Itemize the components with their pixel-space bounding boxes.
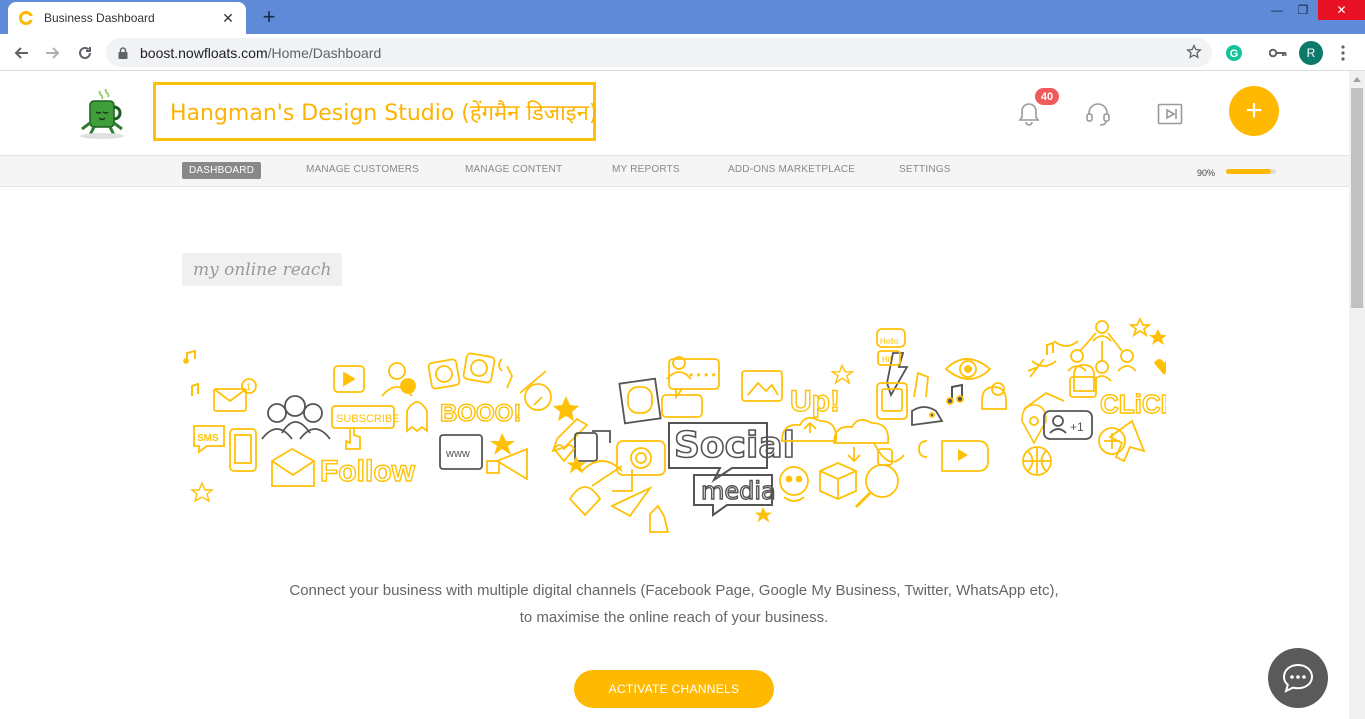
video-tutorial-icon[interactable] (1155, 99, 1185, 129)
illus-text-social: Social (674, 425, 795, 466)
illus-text-sms: SMS (197, 433, 219, 444)
social-media-illustration: 1 SMS Follow SUBSCRIBE BOOO! www • • • •… (182, 311, 1180, 536)
illus-text-follow: Follow (320, 455, 416, 488)
nav-manage-customers[interactable]: MANAGE CUSTOMERS (306, 164, 419, 175)
scrollbar-thumb[interactable] (1351, 88, 1363, 308)
illus-text-media: media (701, 477, 776, 505)
svg-text:1: 1 (246, 382, 251, 392)
illus-text-booo: BOOO! (440, 400, 521, 427)
svg-text:G: G (1230, 48, 1239, 60)
nav-settings[interactable]: SETTINGS (899, 164, 951, 175)
illus-text-plus-one: +1 (1070, 420, 1084, 434)
business-logo[interactable] (68, 83, 140, 143)
lock-icon (118, 46, 128, 59)
app-header: Hangman's Design Studio (हेंगमैन डिजाइन)… (0, 71, 1349, 155)
back-arrow-icon[interactable] (9, 41, 33, 65)
business-name-title: Hangman's Design Studio (हेंगमैन डिजाइन) (153, 82, 597, 141)
nav-my-reports[interactable]: MY REPORTS (612, 164, 680, 175)
address-bar[interactable]: boost.nowfloats.com /Home/Dashboard (106, 38, 1212, 67)
nav-manage-content[interactable]: MANAGE CONTENT (465, 164, 562, 175)
section-label: my online reach (182, 253, 343, 286)
grammarly-icon[interactable]: G (1222, 41, 1246, 65)
activate-channels-button[interactable]: ACTIVATE CHANNELS (574, 670, 774, 708)
window-close-icon[interactable]: ✕ (1318, 0, 1365, 20)
forward-arrow-icon[interactable] (41, 41, 65, 65)
browser-menu-icon[interactable] (1331, 41, 1355, 65)
notification-count-badge: 40 (1035, 88, 1059, 105)
illus-text-hi: Hi! (882, 355, 892, 364)
nav-dashboard[interactable]: DASHBOARD (182, 162, 262, 179)
new-tab-button[interactable]: + (258, 6, 280, 28)
url-host: boost.nowfloats.com (140, 44, 268, 61)
nowfloats-favicon-icon (18, 10, 34, 26)
profile-completion-bar[interactable] (1226, 169, 1276, 174)
page-scrollbar[interactable] (1349, 71, 1365, 719)
profile-completion-label: 90% (1197, 168, 1216, 178)
illus-text-click: CLiCK (1100, 389, 1166, 419)
browser-titlebar: Business Dashboard ✕ + — ❐ ✕ (0, 0, 1365, 34)
support-headset-icon[interactable] (1083, 99, 1113, 129)
quick-add-button[interactable]: + (1229, 86, 1279, 136)
chat-bubble-icon (1282, 663, 1314, 693)
illus-text-www: www (445, 448, 470, 460)
illus-text-subscribe: SUBSCRIBE (336, 413, 400, 425)
browser-toolbar: boost.nowfloats.com /Home/Dashboard G R (0, 34, 1365, 71)
url-path: /Home/Dashboard (267, 44, 382, 61)
tab-title: Business Dashboard (44, 11, 155, 25)
chat-widget-button[interactable] (1268, 648, 1328, 708)
key-icon[interactable] (1266, 41, 1290, 65)
profile-completion-fill (1226, 169, 1271, 174)
browser-tab[interactable]: Business Dashboard ✕ (8, 2, 246, 34)
nav-add-ons-marketplace[interactable]: ADD-ONS MARKETPLACE (728, 164, 855, 175)
description-line-1: Connect your business with multiple digi… (289, 582, 1059, 599)
restore-icon[interactable]: ❐ (1288, 0, 1318, 20)
scroll-up-arrow-icon[interactable] (1353, 77, 1361, 82)
svg-text:• • • •: • • • • (689, 368, 716, 382)
dashboard-page: Hangman's Design Studio (हेंगमैन डिजाइन)… (0, 71, 1349, 719)
main-navigation: DASHBOARD MANAGE CUSTOMERS MANAGE CONTEN… (0, 155, 1349, 187)
profile-avatar[interactable]: R (1299, 41, 1323, 65)
description-line-2: to maximise the online reach of your bus… (519, 609, 829, 626)
bookmark-star-icon[interactable] (1186, 43, 1202, 63)
illus-text-hello: Hello (880, 337, 899, 346)
illus-text-up: Up! (790, 385, 840, 418)
reload-icon[interactable] (73, 41, 97, 65)
channels-description: Connect your business with multiple digi… (182, 577, 1166, 631)
tab-close-icon[interactable]: ✕ (220, 10, 236, 26)
